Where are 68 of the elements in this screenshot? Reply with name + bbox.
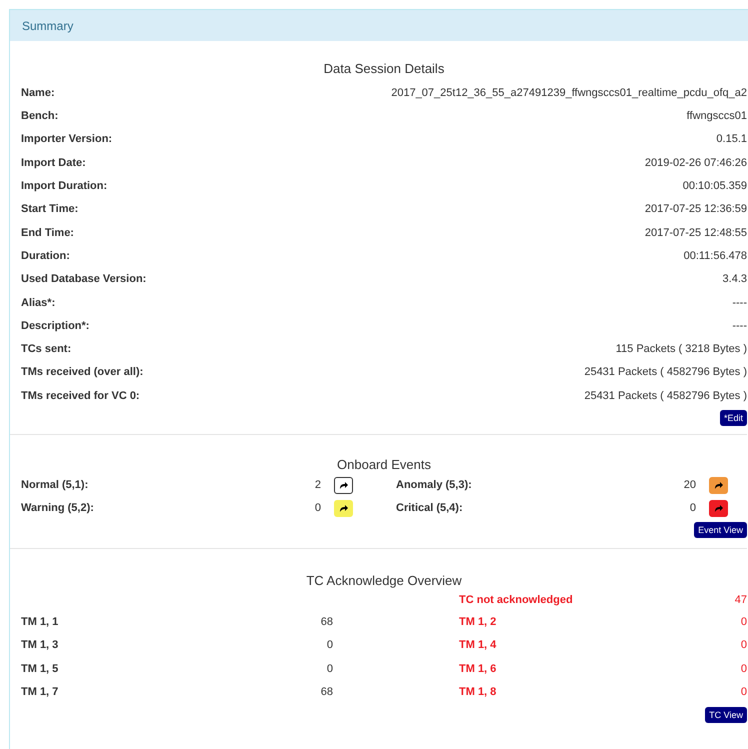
tm-label: TM 1, 4: [459, 638, 498, 654]
field-label: Description*:: [21, 318, 90, 334]
panel-title: Summary: [22, 18, 74, 34]
field-value: 2017-07-25 12:36:59: [644, 202, 747, 218]
tm-label: TM 1, 5: [21, 662, 60, 677]
event-count: 20: [682, 478, 696, 494]
event-count: 0: [314, 501, 321, 516]
event-label: Warning (5,2):: [21, 501, 95, 516]
forward-button[interactable]: [334, 477, 353, 494]
tm-label: TM 1, 6: [459, 662, 498, 677]
forward-arrow-icon: [338, 504, 348, 514]
field-value: ffwngsccs01: [686, 109, 747, 124]
event-label: Normal (5,1):: [21, 478, 90, 494]
tm-label: TM 1, 7: [21, 684, 60, 700]
forward-arrow-icon: [338, 481, 348, 490]
field-label: Duration:: [21, 248, 70, 264]
tm-label: TM 1, 3: [21, 638, 60, 654]
event-label: Critical (5,4):: [396, 501, 464, 516]
field-value: 00:10:05.359: [682, 179, 747, 194]
action-button[interactable]: Event View: [694, 522, 747, 538]
field-label: Bench:: [21, 109, 58, 124]
tm-label: TM 1, 2: [459, 615, 498, 630]
event-count: 2: [314, 478, 321, 494]
action-button[interactable]: TC View: [705, 706, 747, 723]
tm-count: 0: [326, 662, 333, 677]
tm-count: 0: [740, 684, 747, 700]
tm-label: TM 1, 8: [459, 684, 498, 700]
forward-button[interactable]: [709, 477, 728, 494]
tm-count: 0: [326, 638, 333, 654]
unacknowledged-label: TC not acknowledged: [459, 593, 574, 608]
forward-button[interactable]: [709, 500, 728, 518]
field-label: Start Time:: [21, 202, 78, 218]
unacknowledged-count: 47: [734, 593, 747, 608]
field-value: 2019-02-26 07:46:26: [644, 156, 747, 171]
field-value: 25431 Packets ( 4582796 Bytes ): [584, 388, 747, 404]
field-label: Importer Version:: [21, 132, 112, 148]
field-value: 25431 Packets ( 4582796 Bytes ): [584, 365, 747, 380]
section-title: Onboard Events: [337, 456, 431, 474]
tm-count: 68: [320, 615, 333, 630]
section-title: TC Acknowledge Overview: [306, 572, 462, 590]
tm-count: 0: [740, 638, 747, 654]
field-label: TMs received (over all):: [21, 365, 144, 380]
forward-arrow-icon: [714, 504, 724, 514]
field-value: ----: [732, 296, 747, 311]
field-value: 00:11:56.478: [684, 248, 747, 264]
event-label: Anomaly (5,3):: [396, 478, 473, 494]
event-count: 0: [688, 501, 696, 516]
action-button[interactable]: *Edit: [720, 410, 747, 426]
field-label: Import Date:: [21, 156, 86, 171]
field-value: 2017_07_25t12_36_55_a27491239_ffwngsccs01_realtime_pcdu_ofq_a2: [391, 86, 747, 101]
field-label: Alias*:: [21, 296, 56, 311]
field-label: Used Database Version:: [21, 272, 146, 288]
tm-label: TM 1, 1: [21, 615, 60, 630]
field-label: Name:: [21, 86, 55, 101]
field-value: 0.15.1: [716, 132, 747, 148]
tm-count: 68: [320, 684, 333, 700]
forward-arrow-icon: [714, 481, 724, 490]
tm-count: 0: [740, 662, 747, 677]
field-value: ----: [732, 318, 747, 334]
field-label: TCs sent:: [21, 342, 72, 358]
field-value: 115 Packets ( 3218 Bytes ): [616, 342, 747, 358]
field-value: 3.4.3: [722, 272, 747, 288]
field-label: End Time:: [21, 226, 74, 241]
field-label: Import Duration:: [21, 179, 108, 194]
section-title: Data Session Details: [324, 60, 444, 78]
field-label: TMs received for VC 0:: [21, 388, 140, 404]
field-value: 2017-07-25 12:48:55: [644, 226, 747, 241]
tm-count: 0: [740, 615, 747, 630]
